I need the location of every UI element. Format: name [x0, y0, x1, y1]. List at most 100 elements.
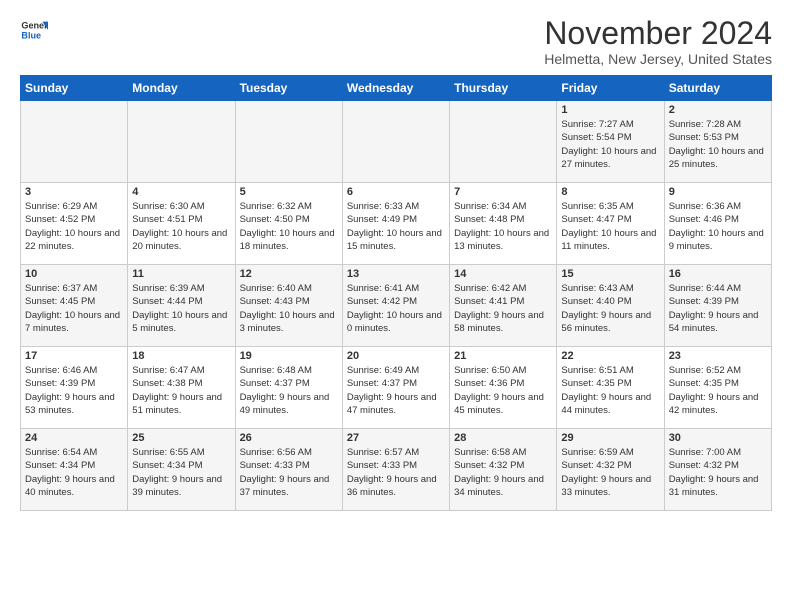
day-number: 10: [25, 268, 123, 280]
day-cell: 2 Sunrise: 7:28 AMSunset: 5:53 PMDaylight…: [664, 101, 771, 183]
day-info: Sunrise: 6:58 AMSunset: 4:32 PMDaylight:…: [454, 446, 552, 499]
col-friday: Friday: [557, 76, 664, 101]
day-cell: [342, 101, 449, 183]
day-info: Sunrise: 7:27 AMSunset: 5:54 PMDaylight:…: [561, 118, 659, 171]
day-info: Sunrise: 6:30 AMSunset: 4:51 PMDaylight:…: [132, 200, 230, 253]
day-number: 23: [669, 350, 767, 362]
day-info: Sunrise: 6:32 AMSunset: 4:50 PMDaylight:…: [240, 200, 338, 253]
day-number: 14: [454, 268, 552, 280]
week-row-5: 24 Sunrise: 6:54 AMSunset: 4:34 PMDayligh…: [21, 429, 772, 511]
day-number: 1: [561, 104, 659, 116]
day-info: Sunrise: 6:46 AMSunset: 4:39 PMDaylight:…: [25, 364, 123, 417]
day-number: 24: [25, 432, 123, 444]
day-number: 21: [454, 350, 552, 362]
page: General Blue November 2024 Helmetta, New…: [0, 0, 792, 521]
day-cell: 17 Sunrise: 6:46 AMSunset: 4:39 PMDayligh…: [21, 347, 128, 429]
col-thursday: Thursday: [450, 76, 557, 101]
day-info: Sunrise: 6:39 AMSunset: 4:44 PMDaylight:…: [132, 282, 230, 335]
day-number: 2: [669, 104, 767, 116]
day-cell: 4 Sunrise: 6:30 AMSunset: 4:51 PMDaylight…: [128, 183, 235, 265]
location: Helmetta, New Jersey, United States: [544, 51, 772, 67]
day-number: 18: [132, 350, 230, 362]
week-row-2: 3Sunrise: 6:29 AMSunset: 4:52 PMDaylight…: [21, 183, 772, 265]
day-info: Sunrise: 7:28 AMSunset: 5:53 PMDaylight:…: [669, 118, 767, 171]
day-info: Sunrise: 6:40 AMSunset: 4:43 PMDaylight:…: [240, 282, 338, 335]
day-cell: [128, 101, 235, 183]
day-number: 29: [561, 432, 659, 444]
day-cell: 6 Sunrise: 6:33 AMSunset: 4:49 PMDaylight…: [342, 183, 449, 265]
day-number: 25: [132, 432, 230, 444]
day-info: Sunrise: 6:44 AMSunset: 4:39 PMDaylight:…: [669, 282, 767, 335]
day-cell: 8 Sunrise: 6:35 AMSunset: 4:47 PMDaylight…: [557, 183, 664, 265]
day-number: 6: [347, 186, 445, 198]
day-cell: 29 Sunrise: 6:59 AMSunset: 4:32 PMDayligh…: [557, 429, 664, 511]
day-number: 19: [240, 350, 338, 362]
day-cell: 18 Sunrise: 6:47 AMSunset: 4:38 PMDayligh…: [128, 347, 235, 429]
day-number: 27: [347, 432, 445, 444]
day-cell: [450, 101, 557, 183]
day-cell: 10 Sunrise: 6:37 AMSunset: 4:45 PMDayligh…: [21, 265, 128, 347]
logo-icon: General Blue: [20, 16, 48, 44]
day-number: 5: [240, 186, 338, 198]
week-row-3: 10 Sunrise: 6:37 AMSunset: 4:45 PMDayligh…: [21, 265, 772, 347]
day-cell: 7Sunrise: 6:34 AMSunset: 4:48 PMDaylight…: [450, 183, 557, 265]
day-info: Sunrise: 6:43 AMSunset: 4:40 PMDaylight:…: [561, 282, 659, 335]
day-info: Sunrise: 6:52 AMSunset: 4:35 PMDaylight:…: [669, 364, 767, 417]
day-number: 12: [240, 268, 338, 280]
day-number: 16: [669, 268, 767, 280]
day-info: Sunrise: 6:47 AMSunset: 4:38 PMDaylight:…: [132, 364, 230, 417]
day-cell: 3Sunrise: 6:29 AMSunset: 4:52 PMDaylight…: [21, 183, 128, 265]
day-info: Sunrise: 6:33 AMSunset: 4:49 PMDaylight:…: [347, 200, 445, 253]
day-number: 11: [132, 268, 230, 280]
day-number: 22: [561, 350, 659, 362]
day-cell: 24 Sunrise: 6:54 AMSunset: 4:34 PMDayligh…: [21, 429, 128, 511]
day-cell: 19 Sunrise: 6:48 AMSunset: 4:37 PMDayligh…: [235, 347, 342, 429]
month-title: November 2024: [544, 16, 772, 51]
day-cell: 16 Sunrise: 6:44 AMSunset: 4:39 PMDayligh…: [664, 265, 771, 347]
day-number: 8: [561, 186, 659, 198]
day-info: Sunrise: 6:51 AMSunset: 4:35 PMDaylight:…: [561, 364, 659, 417]
day-number: 20: [347, 350, 445, 362]
day-info: Sunrise: 6:35 AMSunset: 4:47 PMDaylight:…: [561, 200, 659, 253]
day-cell: 20Sunrise: 6:49 AMSunset: 4:37 PMDayligh…: [342, 347, 449, 429]
day-info: Sunrise: 6:59 AMSunset: 4:32 PMDaylight:…: [561, 446, 659, 499]
svg-text:Blue: Blue: [21, 30, 41, 40]
day-cell: [21, 101, 128, 183]
day-cell: 13 Sunrise: 6:41 AMSunset: 4:42 PMDayligh…: [342, 265, 449, 347]
day-number: 7: [454, 186, 552, 198]
day-cell: 22 Sunrise: 6:51 AMSunset: 4:35 PMDayligh…: [557, 347, 664, 429]
day-number: 9: [669, 186, 767, 198]
day-cell: 15 Sunrise: 6:43 AMSunset: 4:40 PMDayligh…: [557, 265, 664, 347]
day-info: Sunrise: 6:50 AMSunset: 4:36 PMDaylight:…: [454, 364, 552, 417]
day-info: Sunrise: 6:55 AMSunset: 4:34 PMDaylight:…: [132, 446, 230, 499]
day-cell: 1 Sunrise: 7:27 AMSunset: 5:54 PMDaylight…: [557, 101, 664, 183]
day-cell: 23 Sunrise: 6:52 AMSunset: 4:35 PMDayligh…: [664, 347, 771, 429]
day-cell: 26Sunrise: 6:56 AMSunset: 4:33 PMDayligh…: [235, 429, 342, 511]
day-number: 15: [561, 268, 659, 280]
day-info: Sunrise: 6:29 AMSunset: 4:52 PMDaylight:…: [25, 200, 123, 253]
week-row-1: 1 Sunrise: 7:27 AMSunset: 5:54 PMDaylight…: [21, 101, 772, 183]
day-info: Sunrise: 6:56 AMSunset: 4:33 PMDaylight:…: [240, 446, 338, 499]
logo: General Blue: [20, 16, 48, 44]
day-info: Sunrise: 6:42 AMSunset: 4:41 PMDaylight:…: [454, 282, 552, 335]
day-info: Sunrise: 6:37 AMSunset: 4:45 PMDaylight:…: [25, 282, 123, 335]
day-info: Sunrise: 6:48 AMSunset: 4:37 PMDaylight:…: [240, 364, 338, 417]
day-cell: 25 Sunrise: 6:55 AMSunset: 4:34 PMDayligh…: [128, 429, 235, 511]
day-number: 28: [454, 432, 552, 444]
day-info: Sunrise: 6:41 AMSunset: 4:42 PMDaylight:…: [347, 282, 445, 335]
col-monday: Monday: [128, 76, 235, 101]
day-info: Sunrise: 6:36 AMSunset: 4:46 PMDaylight:…: [669, 200, 767, 253]
day-number: 17: [25, 350, 123, 362]
col-tuesday: Tuesday: [235, 76, 342, 101]
header-row: Sunday Monday Tuesday Wednesday Thursday…: [21, 76, 772, 101]
day-cell: 27 Sunrise: 6:57 AMSunset: 4:33 PMDayligh…: [342, 429, 449, 511]
day-info: Sunrise: 6:54 AMSunset: 4:34 PMDaylight:…: [25, 446, 123, 499]
col-saturday: Saturday: [664, 76, 771, 101]
day-number: 13: [347, 268, 445, 280]
day-cell: 12 Sunrise: 6:40 AMSunset: 4:43 PMDayligh…: [235, 265, 342, 347]
day-cell: 5 Sunrise: 6:32 AMSunset: 4:50 PMDaylight…: [235, 183, 342, 265]
day-info: Sunrise: 6:57 AMSunset: 4:33 PMDaylight:…: [347, 446, 445, 499]
day-cell: 14 Sunrise: 6:42 AMSunset: 4:41 PMDayligh…: [450, 265, 557, 347]
day-cell: 30Sunrise: 7:00 AMSunset: 4:32 PMDayligh…: [664, 429, 771, 511]
day-number: 4: [132, 186, 230, 198]
